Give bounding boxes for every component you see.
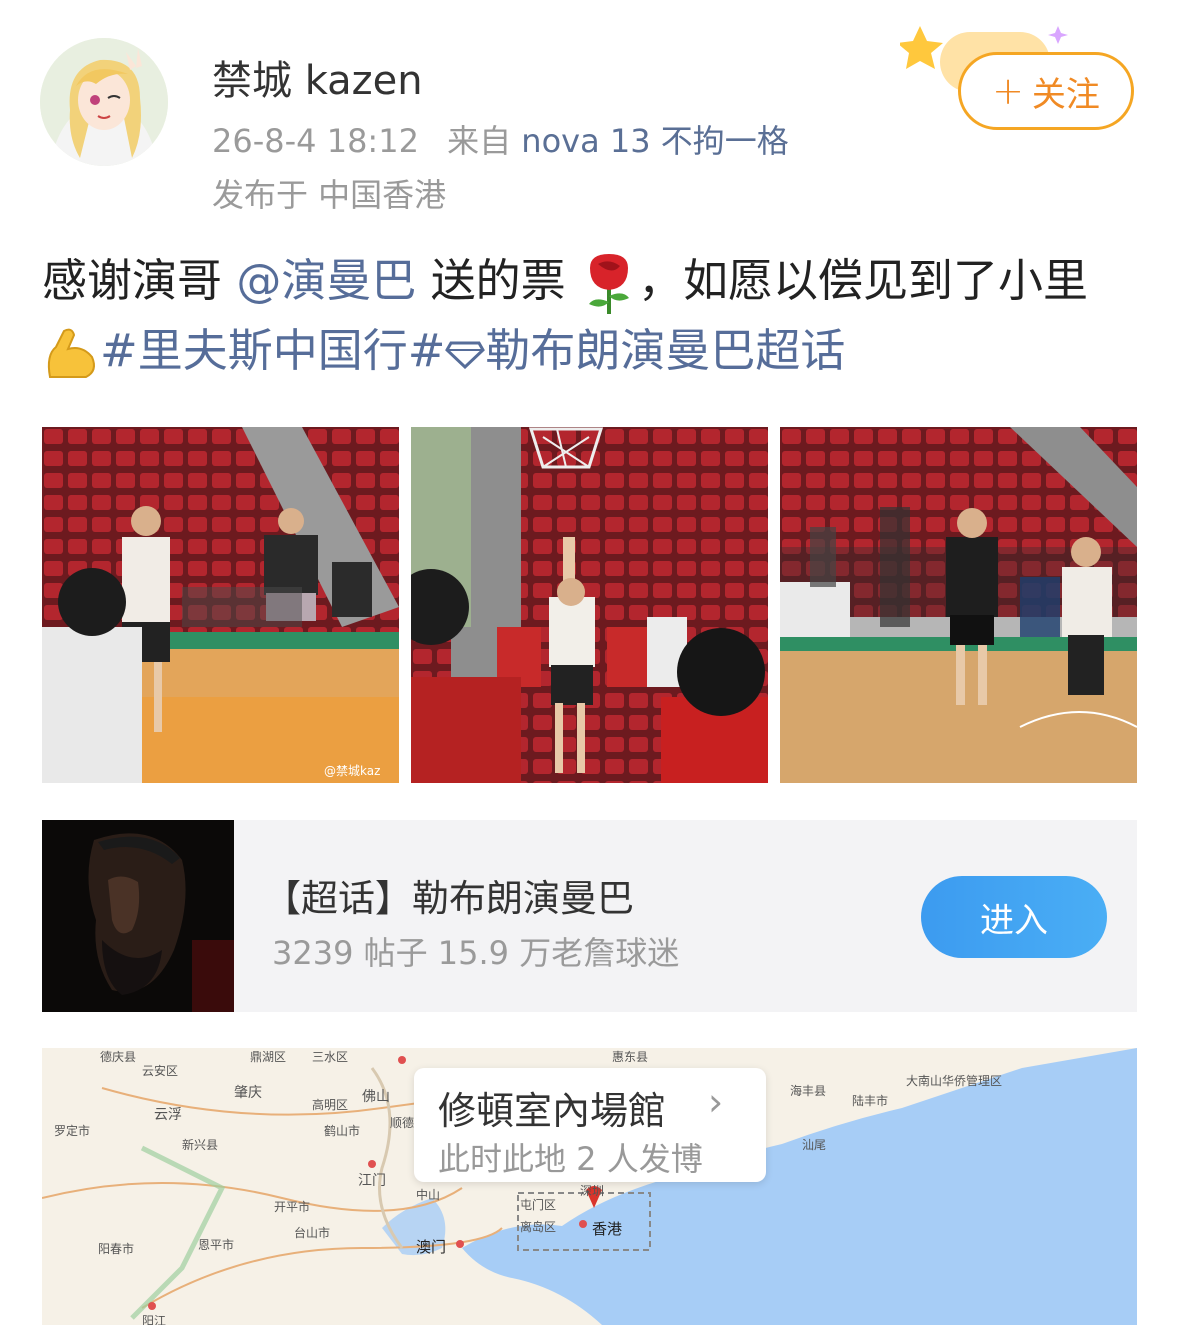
post-photo-2[interactable] — [411, 427, 768, 783]
supertopic-thumbnail — [42, 820, 234, 1012]
follow-button[interactable]: + 关注 — [958, 52, 1134, 130]
hashtag-link[interactable]: #里夫斯中国行# — [100, 324, 445, 377]
plus-icon: + — [992, 69, 1024, 113]
enter-button[interactable]: 进入 — [921, 876, 1107, 958]
supertopic-card[interactable]: 【超话】勒布朗演曼巴 3239 帖子 15.9 万老詹球迷 进入 — [42, 820, 1137, 1012]
photo-watermark: @禁城kaz — [324, 764, 380, 778]
source-prefix: 来自 — [447, 122, 512, 160]
author-name[interactable]: 禁城 kazen — [212, 48, 423, 106]
author-avatar[interactable] — [40, 38, 168, 166]
post-photo-1[interactable]: @禁城kaz — [42, 427, 399, 783]
device-link[interactable]: nova 13 不拘一格 — [521, 122, 788, 160]
supertopic-title: 【超话】勒布朗演曼巴 — [264, 877, 634, 920]
diamond-icon — [445, 341, 486, 369]
supertopic-stats: 3239 帖子 15.9 万老詹球迷 — [272, 934, 680, 972]
post-photo-3[interactable] — [780, 427, 1137, 783]
post-meta: 26-8-4 18:12 来自 nova 13 不拘一格 — [212, 116, 789, 162]
location-popup[interactable]: 修頓室內場館 › 此时此地 2 人发博 — [414, 1068, 766, 1182]
supertopic-link[interactable]: 勒布朗演曼巴超话 — [485, 324, 845, 377]
location-subtitle: 此时此地 2 人发博 — [438, 1140, 703, 1178]
rose-emoji-icon — [588, 254, 629, 314]
chevron-right-icon: › — [708, 1080, 724, 1124]
post-text: 感谢演哥 @演曼巴 送的票 ，如愿以偿见到了小里 #里夫斯中国行# 勒布朗演曼巴超… — [42, 246, 1142, 386]
post-location: 发布于 中国香港 — [212, 176, 447, 214]
mention-link[interactable]: @演曼巴 — [236, 254, 416, 307]
post-time: 26-8-4 18:12 — [212, 122, 419, 160]
flexed-biceps-emoji-icon — [47, 328, 95, 378]
location-map[interactable]: 德庆县 云安区 云浮 罗定市 新兴县 鼎湖区 三水区 肇庆 高明区 佛山 鹤山市… — [42, 1048, 1137, 1325]
location-name: 修頓室內場館 — [438, 1089, 667, 1133]
